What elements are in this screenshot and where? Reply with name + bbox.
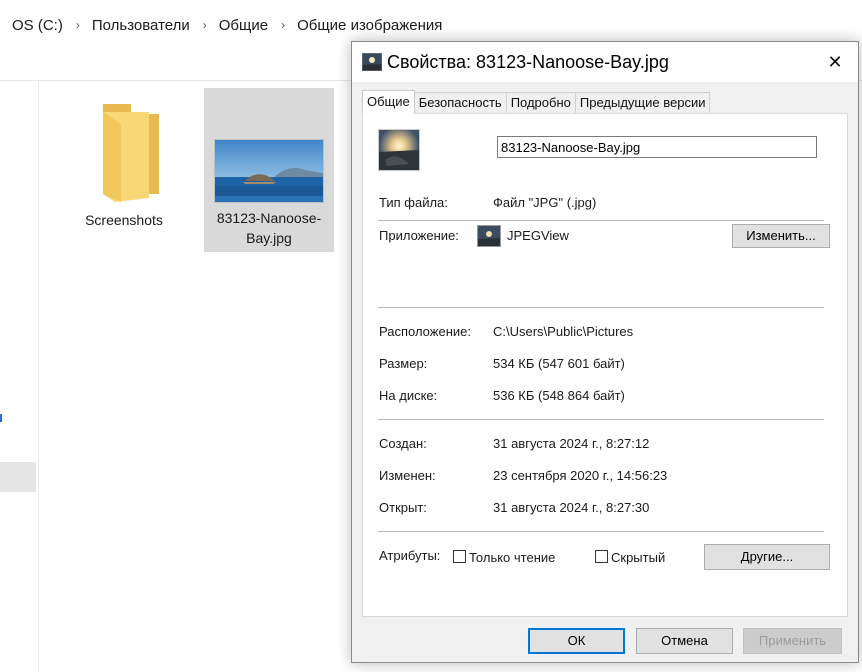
dialog-title: Свойства: 83123-Nanoose-Bay.jpg: [387, 52, 669, 72]
file-item-screenshots-folder[interactable]: Screenshots: [70, 90, 178, 230]
file-item-label: 83123-Nanoose- Bay.jpg: [216, 210, 322, 246]
modified-value: 23 сентября 2020 г., 14:56:23: [493, 468, 668, 483]
advanced-attributes-button[interactable]: Другие...: [704, 544, 830, 570]
divider: [378, 419, 824, 420]
hidden-checkbox[interactable]: [595, 550, 608, 563]
chevron-right-icon[interactable]: ›: [281, 18, 285, 32]
chevron-right-icon[interactable]: ›: [76, 18, 80, 32]
apply-button[interactable]: Применить: [743, 628, 842, 654]
nav-pane-indicator: [0, 414, 2, 422]
tab-strip: Общие Безопасность Подробно Предыдущие в…: [362, 90, 711, 114]
properties-dialog: Свойства: 83123-Nanoose-Bay.jpg ✕ Общие …: [351, 41, 859, 663]
cancel-button[interactable]: Отмена: [636, 628, 733, 654]
file-preview-icon: [378, 129, 420, 171]
nav-pane-selected-item[interactable]: [0, 462, 36, 492]
tab-general[interactable]: Общие: [362, 90, 415, 114]
breadcrumb-item-drive[interactable]: OS (C:): [12, 17, 63, 34]
change-app-button[interactable]: Изменить...: [732, 224, 830, 248]
accessed-value: 31 августа 2024 г., 8:27:30: [493, 500, 650, 515]
readonly-checkbox[interactable]: [453, 550, 466, 563]
breadcrumb-item-public-pictures[interactable]: Общие изображения: [297, 17, 442, 34]
size-label: Размер:: [379, 356, 428, 371]
close-icon: ✕: [827, 51, 843, 72]
chevron-right-icon[interactable]: ›: [203, 18, 207, 32]
close-button[interactable]: ✕: [812, 42, 858, 82]
file-type-value: Файл "JPG" (.jpg): [493, 195, 597, 210]
size-value: 534 КБ (547 601 байт): [493, 356, 625, 371]
hidden-checkbox-label[interactable]: Скрытый: [611, 550, 665, 565]
image-file-icon: [362, 53, 382, 71]
navigation-pane[interactable]: [0, 81, 39, 672]
divider: [378, 531, 824, 532]
tab-previous-versions[interactable]: Предыдущие версии: [574, 92, 711, 113]
location-value: C:\Users\Public\Pictures: [493, 324, 634, 339]
location-label: Расположение:: [379, 324, 471, 339]
breadcrumb-item-public[interactable]: Общие: [219, 17, 268, 34]
file-item-label: Screenshots: [85, 212, 163, 228]
filename-input[interactable]: [497, 136, 817, 158]
divider: [378, 307, 824, 308]
app-label: Приложение:: [379, 228, 459, 243]
tab-details[interactable]: Подробно: [505, 92, 576, 113]
jpegview-app-icon: [477, 225, 501, 247]
created-value: 31 августа 2024 г., 8:27:12: [493, 436, 650, 451]
image-thumbnail: [215, 140, 323, 202]
breadcrumb-item-users[interactable]: Пользователи: [92, 17, 190, 34]
app-value: JPEGView: [507, 228, 569, 243]
accessed-label: Открыт:: [379, 500, 427, 515]
ok-button[interactable]: ОК: [528, 628, 625, 654]
folder-icon: [103, 104, 159, 202]
file-type-label: Тип файла:: [379, 195, 448, 210]
disk-size-label: На диске:: [379, 388, 438, 403]
modified-label: Изменен:: [379, 468, 436, 483]
dialog-titlebar[interactable]: Свойства: 83123-Nanoose-Bay.jpg ✕: [352, 42, 858, 82]
attributes-label: Атрибуты:: [379, 548, 441, 563]
disk-size-value: 536 КБ (548 864 байт): [493, 388, 625, 403]
readonly-checkbox-label[interactable]: Только чтение: [469, 550, 555, 565]
tab-security[interactable]: Безопасность: [413, 92, 507, 113]
created-label: Создан:: [379, 436, 427, 451]
general-tab-panel: Тип файла: Файл "JPG" (.jpg) Приложение:…: [362, 113, 848, 617]
divider: [378, 220, 824, 221]
file-item-nanoose-bay-image[interactable]: 83123-Nanoose- Bay.jpg: [204, 88, 334, 252]
